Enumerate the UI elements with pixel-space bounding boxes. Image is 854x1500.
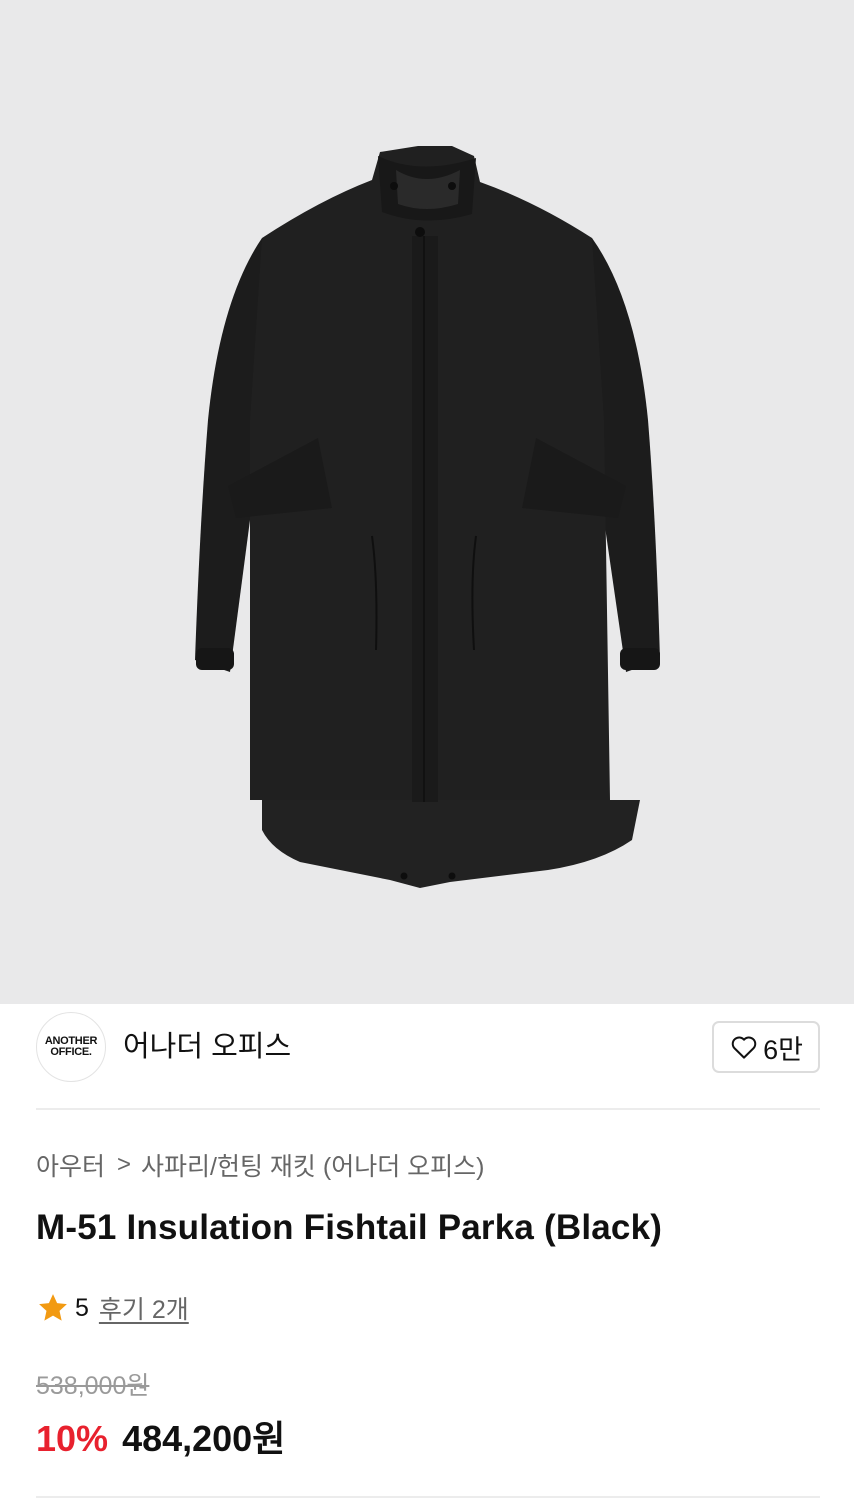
review-count-link[interactable]: 후기 2개 bbox=[99, 1290, 189, 1326]
like-button[interactable]: 6만 bbox=[712, 1021, 820, 1073]
heart-icon bbox=[731, 1036, 757, 1059]
product-title: M-51 Insulation Fishtail Parka (Black) bbox=[36, 1208, 663, 1247]
breadcrumb-subcategory[interactable]: 사파리/헌팅 재킷 (어나더 오피스) bbox=[141, 1147, 484, 1183]
chevron-right-icon: > bbox=[117, 1151, 132, 1178]
rating-score: 5 bbox=[75, 1293, 89, 1322]
parka-illustration bbox=[195, 146, 660, 888]
breadcrumb: 아우터 > 사파리/헌팅 재킷 (어나더 오피스) bbox=[36, 1148, 484, 1182]
price-row: 10% 484,200원 bbox=[36, 1410, 285, 1462]
rating-row: 5 후기 2개 bbox=[36, 1290, 189, 1326]
discount-rate: 10% bbox=[36, 1418, 109, 1459]
brand-logo[interactable]: ANOTHER OFFICE. bbox=[36, 1012, 106, 1082]
breadcrumb-category[interactable]: 아우터 bbox=[36, 1147, 105, 1183]
brand-row: ANOTHER OFFICE. 어나더 오피스 6만 bbox=[36, 1012, 820, 1084]
divider-bottom bbox=[36, 1496, 820, 1498]
brand-logo-line2: OFFICE. bbox=[50, 1046, 92, 1058]
product-image[interactable] bbox=[0, 0, 854, 1004]
star-icon bbox=[39, 1294, 67, 1321]
divider bbox=[36, 1108, 820, 1110]
sale-price: 484,200원 bbox=[122, 1418, 286, 1459]
original-price: 538,000원 bbox=[36, 1372, 150, 1400]
like-count: 6만 bbox=[763, 1034, 803, 1065]
brand-name[interactable]: 어나더 오피스 bbox=[123, 1030, 291, 1064]
